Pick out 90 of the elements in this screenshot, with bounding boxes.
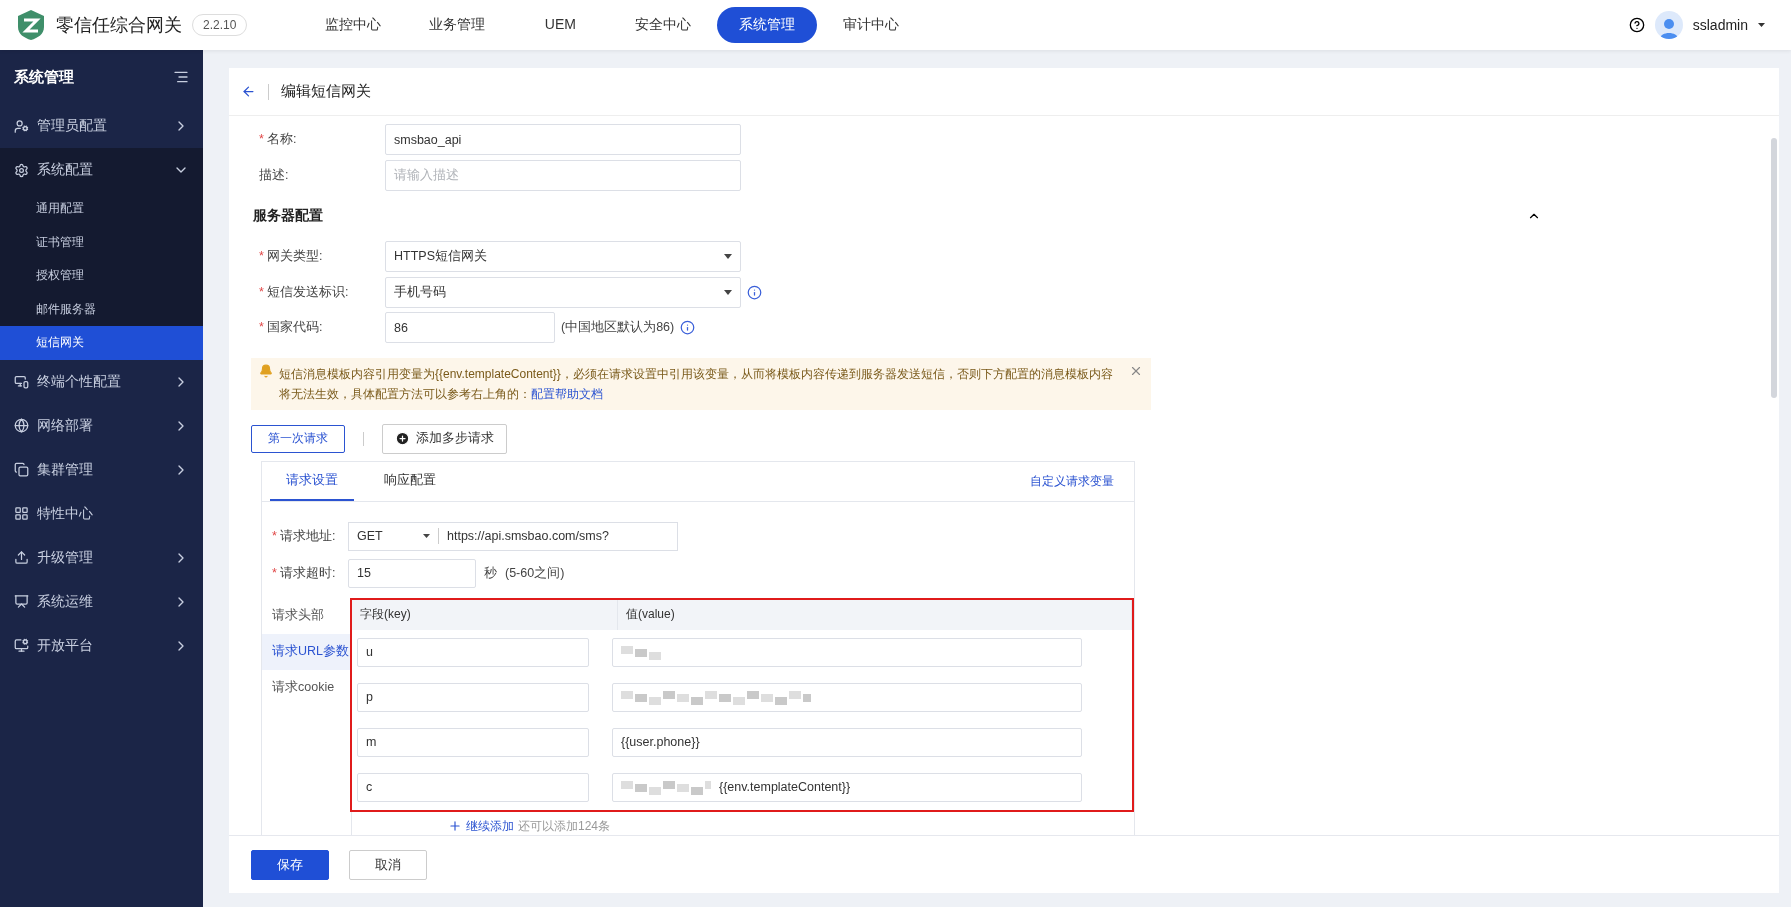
input-field[interactable]: smsbao_api — [385, 124, 741, 156]
field-label: * 名称: — [258, 131, 298, 149]
nav-tab[interactable]: 审计中心 — [821, 7, 922, 43]
gear-icon — [14, 162, 29, 178]
column-header: 值(value) — [618, 599, 1132, 630]
sidebar-item[interactable]: 系统配置 — [0, 148, 203, 192]
avatar-icon[interactable] — [1654, 11, 1683, 39]
section-tab[interactable]: 请求cookie — [262, 669, 351, 706]
plus-icon — [448, 819, 462, 834]
redacted-value — [621, 644, 661, 661]
devices-icon — [14, 374, 29, 389]
collapse-icon[interactable] — [173, 69, 189, 85]
caret-icon — [724, 289, 732, 295]
sidebar-title: 系统管理 — [14, 67, 74, 87]
remaining-note: 还可以添加124条 — [518, 817, 611, 835]
select-field[interactable]: 手机号码 — [385, 276, 741, 308]
help-icon[interactable] — [1628, 17, 1645, 33]
plus-circle-icon — [395, 431, 410, 447]
field-label: * 网关类型: — [258, 247, 324, 265]
input-field[interactable]: 86 — [385, 312, 555, 344]
sidebar-item[interactable]: 升级管理 — [0, 535, 203, 580]
add-more-link[interactable]: 继续添加 — [466, 817, 514, 835]
user-gear-icon — [14, 118, 29, 134]
field-label: 描述: — [258, 167, 290, 185]
value-field[interactable] — [612, 682, 1082, 712]
caret-icon[interactable] — [1758, 23, 1765, 27]
tab[interactable]: 请求设置 — [270, 461, 354, 501]
field-label: * 请求超时: — [272, 564, 337, 582]
info-icon[interactable] — [747, 284, 762, 300]
field-label: * 短信发送标识: — [258, 283, 350, 301]
key-field[interactable]: u — [357, 637, 589, 667]
app-name: 零信任综合网关 — [56, 14, 182, 37]
add-step-button[interactable]: 添加多步请求 — [382, 423, 507, 454]
cancel-button[interactable]: 取消 — [349, 849, 427, 880]
value-field[interactable]: {{env.templateContent}} — [612, 772, 1082, 802]
monitor-gear-icon — [14, 638, 29, 653]
request-step-button[interactable]: 第一次请求 — [251, 424, 345, 453]
field-label: * 请求地址: — [272, 527, 337, 545]
sidebar-item[interactable]: 网络部署 — [0, 403, 203, 448]
sidebar-subitem[interactable]: 邮件服务器 — [0, 292, 203, 326]
value-field[interactable] — [612, 637, 1082, 667]
scrollbar-thumb[interactable] — [1771, 138, 1777, 398]
field-label: * 国家代码: — [258, 319, 324, 337]
section-title: 服务器配置 — [253, 207, 323, 225]
key-field[interactable]: m — [357, 727, 589, 757]
field-hint: (中国地区默认为86) — [561, 319, 675, 337]
sidebar-subitem[interactable]: 授权管理 — [0, 259, 203, 293]
nav-tab[interactable]: 安全中心 — [613, 7, 714, 43]
sidebar-item[interactable]: 系统运维 — [0, 579, 203, 624]
globe-icon — [14, 418, 29, 433]
nav-tab[interactable]: 监控中心 — [303, 7, 404, 43]
sidebar-subitem[interactable]: 通用配置 — [0, 192, 203, 226]
copy-icon — [14, 462, 29, 477]
sidebar-item[interactable]: 特性中心 — [0, 491, 203, 536]
unit-label: 秒 — [484, 564, 497, 582]
logo-icon — [16, 9, 46, 41]
back-icon[interactable] — [241, 84, 256, 99]
sidebar-item[interactable]: 开放平台 — [0, 623, 203, 668]
info-icon[interactable] — [680, 320, 696, 336]
key-field[interactable]: p — [357, 682, 589, 712]
nav-tab[interactable]: 系统管理 — [717, 7, 818, 43]
help-doc-link[interactable]: 配置帮助文档 — [531, 386, 603, 401]
sidebar-subitem[interactable]: 短信网关 — [0, 326, 203, 360]
bell-icon — [259, 363, 273, 378]
value-field[interactable]: {{user.phone}} — [612, 727, 1082, 757]
sidebar-item[interactable]: 管理员配置 — [0, 104, 203, 148]
upload-icon — [14, 550, 29, 565]
sidebar-item[interactable]: 终端个性配置 — [0, 359, 203, 404]
notice-text: 短信消息模板内容引用变量为{{env.templateContent}}，必须在请求设置中引用该变量，从而将模板内容传递到服务器发送短信，否则下方配置的消息模板内容将无法生效，具体配置方法可以参考右上角的：配置帮助文档 — [279, 365, 1114, 403]
sidebar-item[interactable]: 集群管理 — [0, 447, 203, 492]
timeout-field[interactable]: 15 — [348, 558, 476, 588]
save-button[interactable]: 保存 — [251, 849, 329, 880]
monitor-icon — [14, 594, 29, 609]
nav-tab[interactable]: 业务管理 — [407, 7, 508, 43]
grid-icon — [14, 506, 29, 521]
section-tab[interactable]: 请求头部 — [262, 597, 351, 634]
section-tab[interactable]: 请求URL参数 — [262, 633, 351, 670]
select-field[interactable]: HTTPS短信网关 — [385, 240, 741, 272]
caret-icon — [724, 253, 732, 259]
nav-tab[interactable]: UEM — [511, 7, 610, 43]
url-field[interactable]: GET https://api.smsbao.com/sms? — [348, 521, 678, 551]
caret-icon — [423, 534, 430, 539]
field-hint: (5-60之间) — [505, 564, 565, 582]
page-title: 编辑短信网关 — [281, 82, 371, 101]
column-header: 字段(key) — [352, 599, 618, 630]
custom-variables-link[interactable]: 自定义请求变量 — [1030, 472, 1114, 490]
sidebar-subitem[interactable]: 证书管理 — [0, 225, 203, 259]
tab[interactable]: 响应配置 — [368, 461, 452, 501]
user-name[interactable]: ssladmin — [1692, 17, 1748, 33]
key-field[interactable]: c — [357, 772, 589, 802]
